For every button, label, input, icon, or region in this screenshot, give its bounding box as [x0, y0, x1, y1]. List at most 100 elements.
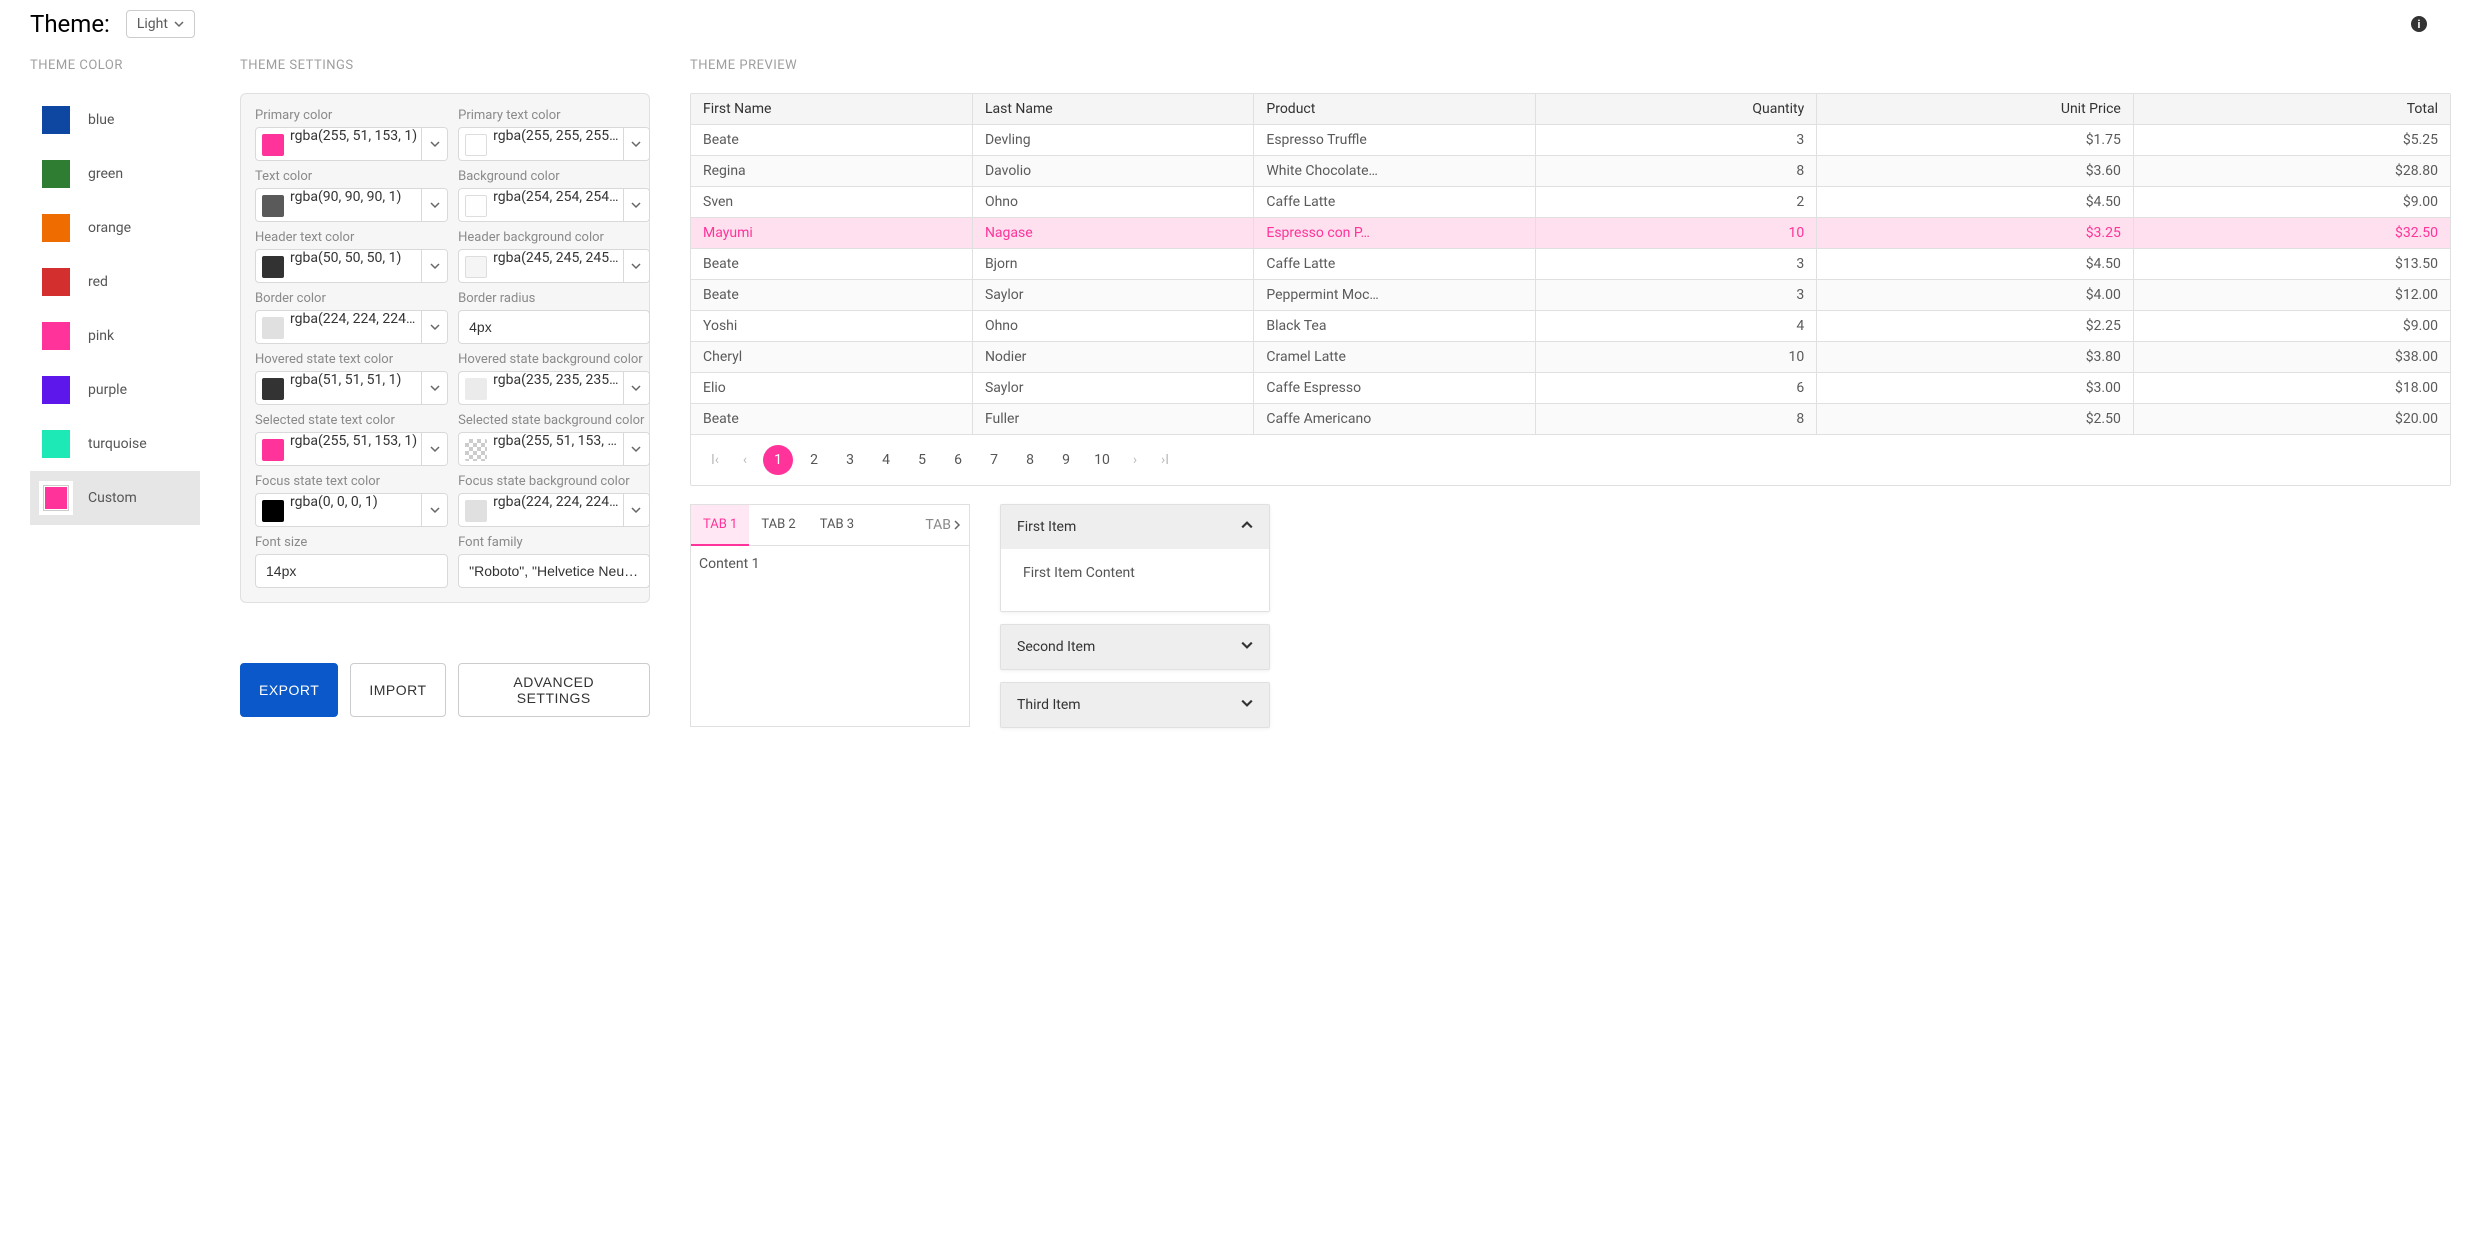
color-swatch-small [262, 500, 284, 522]
color-input[interactable]: rgba(224, 224, 224… [255, 310, 448, 344]
setting-text-input[interactable] [458, 554, 649, 588]
color-value: rgba(90, 90, 90, 1) [290, 189, 421, 221]
pager-page[interactable]: 8 [1015, 445, 1045, 475]
advanced-settings-button[interactable]: ADVANCED SETTINGS [458, 663, 650, 717]
table-row[interactable]: MayumiNagaseEspresso con P…10$3.25$32.50 [691, 218, 2450, 249]
pager-prev[interactable]: ‹ [733, 452, 757, 468]
color-input[interactable]: rgba(90, 90, 90, 1) [255, 188, 448, 222]
info-icon[interactable]: i [2411, 16, 2427, 32]
table-row[interactable]: SvenOhnoCaffe Latte2$4.50$9.00 [691, 187, 2450, 218]
dropdown-button[interactable] [623, 433, 649, 465]
pager-page[interactable]: 1 [763, 445, 793, 475]
table-header[interactable]: Last Name [972, 94, 1253, 125]
dropdown-button[interactable] [421, 372, 447, 404]
color-input[interactable]: rgba(235, 235, 235… [458, 371, 649, 405]
pager-page[interactable]: 4 [871, 445, 901, 475]
dropdown-button[interactable] [623, 372, 649, 404]
setting-field: Selected state background colorrgba(255,… [458, 413, 649, 466]
dropdown-button[interactable] [623, 494, 649, 526]
chevron-right-icon [953, 520, 961, 530]
color-swatch-small [465, 195, 487, 217]
color-value: rgba(255, 51, 153, 1) [290, 433, 421, 465]
theme-select[interactable]: Light [126, 10, 195, 38]
accordion-header[interactable]: First Item [1001, 505, 1269, 549]
color-input[interactable]: rgba(245, 245, 245… [458, 249, 649, 283]
table-header[interactable]: Unit Price [1817, 94, 2134, 125]
dropdown-button[interactable] [421, 189, 447, 221]
setting-label: Border color [255, 291, 448, 306]
dropdown-button[interactable] [623, 250, 649, 282]
color-value: rgba(254, 254, 254… [493, 189, 622, 221]
table-cell: Saylor [972, 373, 1253, 404]
pager-page[interactable]: 5 [907, 445, 937, 475]
export-button[interactable]: EXPORT [240, 663, 338, 717]
tab[interactable]: TAB 3 [808, 505, 866, 545]
pager-page[interactable]: 3 [835, 445, 865, 475]
pager-first[interactable]: I‹ [703, 452, 727, 468]
tabs-overflow[interactable]: TAB [917, 505, 969, 545]
preview-table: First NameLast NameProductQuantityUnit P… [691, 94, 2450, 435]
tab[interactable]: TAB 2 [749, 505, 807, 545]
pager-page[interactable]: 2 [799, 445, 829, 475]
accordion-header[interactable]: Second Item [1001, 625, 1269, 669]
setting-text-input[interactable] [458, 310, 649, 344]
theme-color-item-green[interactable]: green [30, 147, 200, 201]
theme-color-item-pink[interactable]: pink [30, 309, 200, 363]
table-row[interactable]: ElioSaylorCaffe Espresso6$3.00$18.00 [691, 373, 2450, 404]
color-input[interactable]: rgba(255, 51, 153, … [458, 432, 649, 466]
table-row[interactable]: ReginaDavolioWhite Chocolate…8$3.60$28.8… [691, 156, 2450, 187]
pager-page[interactable]: 7 [979, 445, 1009, 475]
theme-color-item-orange[interactable]: orange [30, 201, 200, 255]
import-button[interactable]: IMPORT [350, 663, 445, 717]
dropdown-button[interactable] [421, 433, 447, 465]
table-row[interactable]: BeateBjornCaffe Latte3$4.50$13.50 [691, 249, 2450, 280]
dropdown-button[interactable] [421, 128, 447, 160]
dropdown-button[interactable] [623, 189, 649, 221]
theme-color-item-blue[interactable]: blue [30, 93, 200, 147]
table-row[interactable]: BeateFullerCaffe Americano8$2.50$20.00 [691, 404, 2450, 435]
setting-field: Font size [255, 535, 448, 588]
color-value: rgba(50, 50, 50, 1) [290, 250, 421, 282]
color-input[interactable]: rgba(255, 255, 255… [458, 127, 649, 161]
theme-color-item-turquoise[interactable]: turquoise [30, 417, 200, 471]
table-header[interactable]: Total [2133, 94, 2450, 125]
color-input[interactable]: rgba(51, 51, 51, 1) [255, 371, 448, 405]
dropdown-button[interactable] [421, 250, 447, 282]
chevron-down-icon [1241, 639, 1253, 655]
table-row[interactable]: BeateDevlingEspresso Truffle3$1.75$5.25 [691, 125, 2450, 156]
table-cell: Elio [691, 373, 972, 404]
theme-color-item-custom[interactable]: Custom [30, 471, 200, 525]
pager-next[interactable]: › [1123, 452, 1147, 468]
tab[interactable]: TAB 1 [691, 505, 749, 546]
theme-color-item-purple[interactable]: purple [30, 363, 200, 417]
color-swatch-small [262, 134, 284, 156]
color-input[interactable]: rgba(254, 254, 254… [458, 188, 649, 222]
color-input[interactable]: rgba(0, 0, 0, 1) [255, 493, 448, 527]
pager-page[interactable]: 10 [1087, 445, 1117, 475]
pager-last[interactable]: ›I [1153, 452, 1177, 468]
pager-page[interactable]: 6 [943, 445, 973, 475]
table-header[interactable]: Quantity [1535, 94, 1816, 125]
setting-label: Background color [458, 169, 649, 184]
accordion-header[interactable]: Third Item [1001, 683, 1269, 727]
accordion-item: Third Item [1000, 682, 1270, 728]
dropdown-button[interactable] [421, 494, 447, 526]
theme-color-title: THEME COLOR [30, 58, 200, 73]
color-input[interactable]: rgba(50, 50, 50, 1) [255, 249, 448, 283]
color-input[interactable]: rgba(224, 224, 224… [458, 493, 649, 527]
table-row[interactable]: YoshiOhnoBlack Tea4$2.25$9.00 [691, 311, 2450, 342]
table-row[interactable]: BeateSaylorPeppermint Moc…3$4.00$12.00 [691, 280, 2450, 311]
color-input[interactable]: rgba(255, 51, 153, 1) [255, 432, 448, 466]
pager-page[interactable]: 9 [1051, 445, 1081, 475]
dropdown-button[interactable] [421, 311, 447, 343]
theme-color-item-red[interactable]: red [30, 255, 200, 309]
setting-label: Hovered state background color [458, 352, 649, 367]
setting-text-input[interactable] [255, 554, 448, 588]
table-cell: $4.50 [1817, 187, 2134, 218]
table-header[interactable]: First Name [691, 94, 972, 125]
color-swatch [42, 376, 70, 404]
table-row[interactable]: CherylNodierCramel Latte10$3.80$38.00 [691, 342, 2450, 373]
table-header[interactable]: Product [1254, 94, 1535, 125]
color-input[interactable]: rgba(255, 51, 153, 1) [255, 127, 448, 161]
dropdown-button[interactable] [623, 128, 649, 160]
